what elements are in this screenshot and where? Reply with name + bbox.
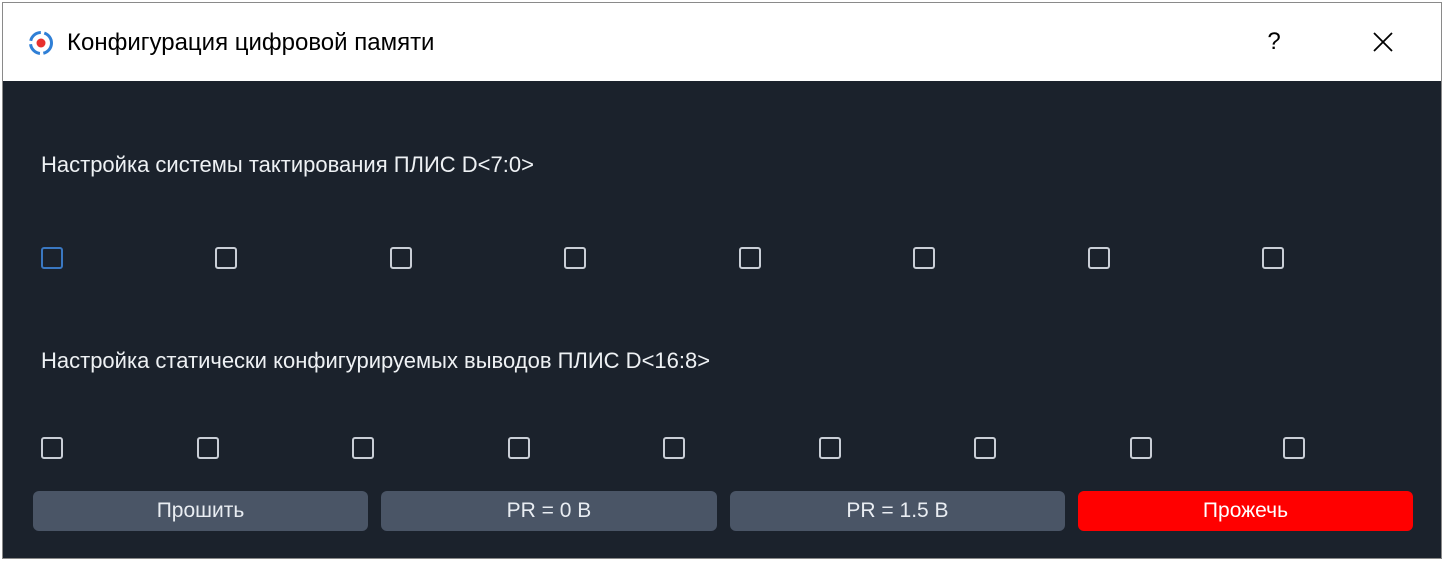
window-title: Конфигурация цифровой памяти <box>67 29 435 56</box>
static-checkbox-6[interactable] <box>974 437 996 459</box>
burn-button[interactable]: Прожечь <box>1078 491 1413 531</box>
help-button[interactable]: ? <box>1247 19 1301 65</box>
static-checkbox-3[interactable] <box>508 437 530 459</box>
pr-1-5v-button[interactable]: PR = 1.5 B <box>730 491 1065 531</box>
dialog-window: Конфигурация цифровой памяти ? Настройка… <box>2 2 1442 559</box>
clock-checkbox-5[interactable] <box>913 247 935 269</box>
static-pins-section-label: Настройка статически конфигурируемых выв… <box>41 348 711 373</box>
static-checkbox-2[interactable] <box>352 437 374 459</box>
clock-checkbox-3[interactable] <box>564 247 586 269</box>
static-checkbox-8[interactable] <box>1283 437 1305 459</box>
clock-checkbox-6[interactable] <box>1088 247 1110 269</box>
static-checkbox-0[interactable] <box>41 437 63 459</box>
static-checkbox-5[interactable] <box>819 437 841 459</box>
static-checkbox-7[interactable] <box>1130 437 1152 459</box>
clock-checkbox-4[interactable] <box>739 247 761 269</box>
clock-section-label: Настройка системы тактирования ПЛИС D<7:… <box>41 152 534 177</box>
clock-checkbox-1[interactable] <box>215 247 237 269</box>
clock-checkbox-2[interactable] <box>390 247 412 269</box>
app-logo-icon <box>29 31 53 55</box>
pr-0v-button[interactable]: PR = 0 B <box>381 491 717 531</box>
flash-button[interactable]: Прошить <box>33 491 368 531</box>
close-button[interactable] <box>1343 19 1423 65</box>
close-icon <box>1373 32 1393 52</box>
clock-checkbox-0[interactable] <box>41 247 63 269</box>
clock-checkbox-7[interactable] <box>1262 247 1284 269</box>
static-checkbox-4[interactable] <box>663 437 685 459</box>
static-checkbox-1[interactable] <box>197 437 219 459</box>
title-bar: Конфигурация цифровой памяти ? <box>3 3 1441 81</box>
